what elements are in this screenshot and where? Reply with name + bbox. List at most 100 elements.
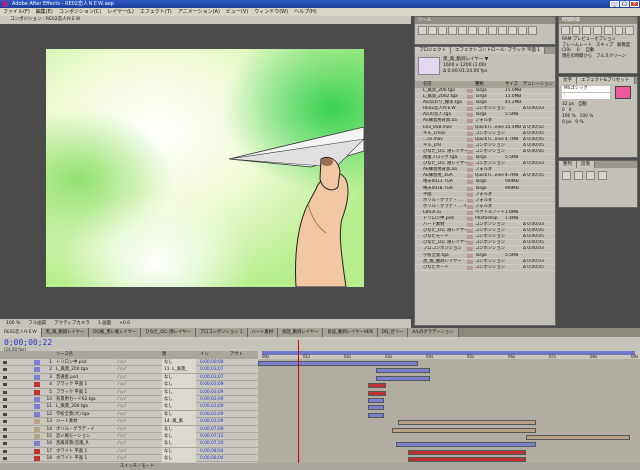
parent-dropdown[interactable]: なし — [162, 455, 196, 463]
tab-project[interactable]: プロジェクト — [415, 47, 451, 54]
eye-icon[interactable] — [3, 368, 7, 372]
layer-name[interactable]: ボリル・グラデ・イ — [56, 426, 114, 433]
pen-tool-icon[interactable] — [488, 26, 497, 35]
layer-switches[interactable]: ⁄ ◇ ⁄ — [118, 374, 156, 381]
first-frame-icon[interactable] — [561, 26, 570, 35]
layer-switches[interactable]: ⁄ ◇ ⁄ — [118, 448, 156, 455]
project-item[interactable]: ひなたネード コンポジション Δ 0;00;05 — [415, 265, 555, 271]
label-color-chip[interactable] — [467, 119, 473, 124]
layer-row[interactable]: 16 黒風背景(恋風_R ⁄ ◇ ⁄ なし 0;00;07;20 — [0, 440, 258, 448]
layer-in-time[interactable]: 0;00;03;07 — [200, 374, 256, 381]
menu-window[interactable]: ウィンドウ(W) — [251, 8, 291, 16]
text-tool-icon[interactable] — [498, 26, 507, 35]
parent-dropdown[interactable]: なし — [162, 410, 196, 418]
tab-paragraph[interactable]: 段落 — [577, 161, 595, 168]
layer-switches[interactable]: ⁄ ◇ ⁄ — [118, 396, 156, 403]
layer-in-time[interactable]: 0;00;07;09 — [200, 426, 256, 433]
exposure-value[interactable]: +0.0 — [119, 319, 130, 328]
fullscreen-checkbox[interactable]: フルスクリーン — [596, 54, 626, 60]
layer-label-color[interactable] — [34, 433, 40, 439]
layer-label-color[interactable] — [34, 426, 40, 432]
layer-row[interactable]: 1 トリロン中.psd ⁄ ◇ ⁄ なし 0;00;00;00 — [0, 359, 258, 367]
parent-dropdown[interactable]: なし — [162, 440, 196, 448]
label-color-chip[interactable] — [467, 229, 473, 234]
layer-label-color[interactable] — [34, 389, 40, 395]
layer-in-time[interactable]: 0;00;03;09 — [200, 396, 256, 403]
label-color-chip[interactable] — [467, 241, 473, 246]
layer-duration-bar[interactable] — [396, 442, 536, 448]
menu-layer[interactable]: レイヤー(L) — [104, 8, 137, 16]
layer-row[interactable]: 10 背景用カード02.tga ⁄ ◇ ⁄ なし 0;00;03;09 — [0, 395, 258, 404]
layer-row[interactable]: 4 ブラック 平面 1 ⁄ ◇ ⁄ なし 0;00;03;09 — [0, 381, 258, 389]
layer-duration-bar[interactable] — [408, 449, 526, 455]
minimize-button[interactable]: _ — [610, 1, 619, 7]
layer-in-time[interactable]: 0;00;03;09 — [200, 389, 256, 396]
label-color-chip[interactable] — [467, 101, 473, 106]
label-color-chip[interactable] — [467, 247, 473, 252]
layer-row[interactable]: 5 ブラック 平面 1 ⁄ ◇ ⁄ なし 0;00;03;09 — [0, 388, 258, 396]
hand-tool-icon[interactable] — [428, 26, 437, 35]
tab-effect-controls[interactable]: エフェクトコントロール: ブラック 平面 1 — [451, 47, 546, 54]
menu-composition[interactable]: コンポジション(C) — [56, 8, 104, 16]
label-color-chip[interactable] — [467, 137, 473, 142]
label-color-chip[interactable] — [467, 180, 473, 185]
layer-duration-bar[interactable] — [258, 361, 418, 366]
font-family-dropdown[interactable]: MSゴシック — [562, 86, 610, 92]
layer-name[interactable]: 学校全景(大).tga — [56, 411, 114, 418]
fill-color-swatch[interactable] — [615, 86, 631, 99]
column-type[interactable]: 種類 — [475, 81, 505, 88]
layer-duration-bar[interactable] — [368, 383, 386, 389]
layer-switches[interactable]: ⁄ ◇ ⁄ — [118, 418, 156, 425]
from-current-checkbox[interactable]: 現在の時間から — [562, 54, 592, 60]
parent-dropdown[interactable]: なし — [162, 432, 196, 440]
parent-dropdown[interactable]: なし — [162, 403, 196, 411]
layer-switches[interactable]: ⁄ ◇ ⁄ — [118, 359, 156, 366]
layer-in-time[interactable]: 0;00;08;04 — [200, 448, 256, 455]
work-area-bar[interactable] — [262, 351, 635, 355]
column-name[interactable]: 名前 — [415, 81, 475, 88]
parent-dropdown[interactable]: なし — [162, 395, 196, 403]
pan-behind-icon[interactable] — [468, 26, 477, 35]
label-color-chip[interactable] — [467, 216, 473, 221]
layer-label-color[interactable] — [34, 456, 40, 462]
parent-dropdown[interactable]: なし — [162, 381, 196, 389]
timeline-tab[interactable]: 長居_動詞レイヤーVEN — [323, 328, 378, 337]
mask-tool-icon[interactable] — [478, 26, 487, 35]
layer-switches[interactable]: ⁄ ◇ ⁄ — [118, 411, 156, 418]
label-color-chip[interactable] — [467, 131, 473, 136]
loop-icon[interactable] — [625, 26, 635, 35]
eye-icon[interactable] — [3, 375, 7, 379]
align-center-icon[interactable] — [574, 171, 583, 180]
close-button[interactable]: × — [630, 1, 639, 7]
label-color-chip[interactable] — [467, 174, 473, 179]
label-color-chip[interactable] — [467, 162, 473, 167]
layer-in-time[interactable]: 0;00;07;12 — [200, 433, 256, 440]
rotate-tool-icon[interactable] — [448, 26, 457, 35]
parent-dropdown[interactable]: なし — [162, 447, 196, 455]
layer-label-color[interactable] — [34, 367, 40, 373]
label-color-chip[interactable] — [467, 168, 473, 173]
composition-tab[interactable]: コンポジション : RE02恋人ＮＥＷ — [0, 16, 411, 24]
layer-name[interactable]: ホワイト 平面 1 — [56, 448, 114, 455]
label-color-chip[interactable] — [467, 186, 473, 191]
layer-name[interactable]: 恋い風モーション — [56, 433, 114, 440]
layer-label-color[interactable] — [34, 382, 40, 388]
layer-label-color[interactable] — [34, 448, 40, 454]
eye-icon[interactable] — [3, 412, 7, 416]
label-color-chip[interactable] — [467, 198, 473, 203]
layer-label-color[interactable] — [34, 419, 40, 425]
eye-icon[interactable] — [3, 434, 7, 438]
camera-dropdown[interactable]: アクティブカメラ — [54, 319, 90, 328]
eye-icon[interactable] — [3, 361, 7, 364]
layer-row[interactable]: 2 L_風景_200.tga ⁄ ◇ ⁄ 11. L_風景_ 0;00;03;07 — [0, 366, 258, 374]
tsume-field[interactable]: 0 % — [575, 120, 583, 126]
leading-field[interactable]: 自動 — [578, 102, 587, 108]
layer-row[interactable]: 15 恋い風モーション ⁄ ◇ ⁄ なし 0;00;07;12 — [0, 432, 258, 441]
layer-in-time[interactable]: 0;00;00;00 — [200, 359, 256, 366]
layer-duration-bar[interactable] — [368, 390, 386, 396]
label-color-chip[interactable] — [467, 204, 473, 209]
tab-effects-presets[interactable]: エフェクト&プリセット — [577, 77, 635, 84]
label-color-chip[interactable] — [467, 113, 473, 118]
layer-row[interactable]: 17 ホワイト 平面 1 ⁄ ◇ ⁄ なし 0;00;08;04 — [0, 447, 258, 456]
layer-duration-bar[interactable] — [368, 405, 384, 411]
